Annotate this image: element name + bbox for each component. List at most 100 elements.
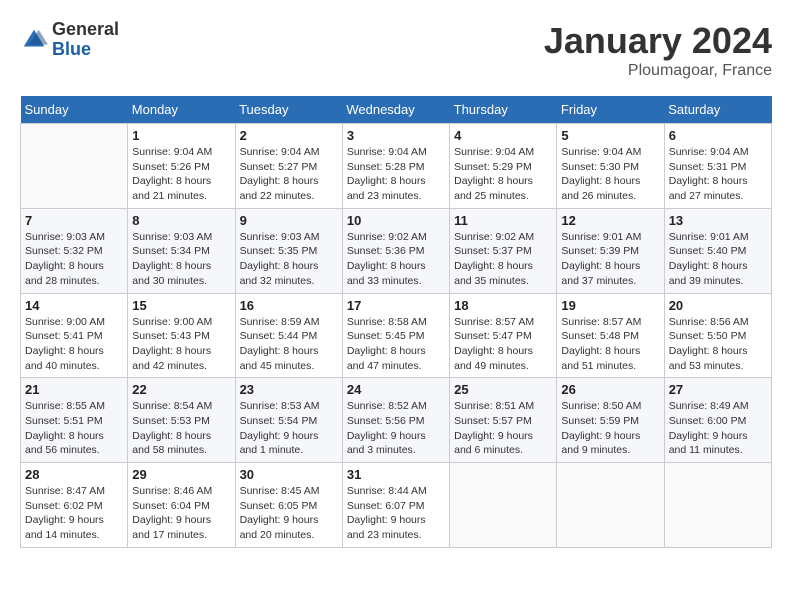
- day-number: 18: [454, 298, 552, 313]
- logo-text: General Blue: [52, 20, 119, 60]
- calendar-day-cell: 8 Sunrise: 9:03 AM Sunset: 5:34 PM Daylig…: [128, 208, 235, 293]
- day-number: 30: [240, 467, 338, 482]
- calendar-week-row: 21Sunrise: 8:55 AM Sunset: 5:51 PM Dayli…: [21, 378, 772, 463]
- day-info: Sunrise: 9:04 AM Sunset: 5:28 PM Dayligh…: [347, 145, 445, 204]
- day-info: Sunrise: 8:57 AM Sunset: 5:47 PM Dayligh…: [454, 315, 552, 374]
- day-number: 6: [669, 128, 767, 143]
- calendar-day-cell: 1 Sunrise: 9:04 AM Sunset: 5:26 PM Daylig…: [128, 124, 235, 209]
- weekday-header-cell: Sunday: [21, 96, 128, 124]
- calendar-week-row: 14Sunrise: 9:00 AM Sunset: 5:41 PM Dayli…: [21, 293, 772, 378]
- calendar-week-row: 7 Sunrise: 9:03 AM Sunset: 5:32 PM Daylig…: [21, 208, 772, 293]
- day-number: 12: [561, 213, 659, 228]
- day-number: 13: [669, 213, 767, 228]
- day-info: Sunrise: 9:03 AM Sunset: 5:34 PM Dayligh…: [132, 230, 230, 289]
- day-number: 28: [25, 467, 123, 482]
- calendar-day-cell: 10 Sunrise: 9:02 AM Sunset: 5:36 PM Dayli…: [342, 208, 449, 293]
- day-number: 31: [347, 467, 445, 482]
- day-info: Sunrise: 9:01 AM Sunset: 5:40 PM Dayligh…: [669, 230, 767, 289]
- day-info: Sunrise: 8:57 AM Sunset: 5:48 PM Dayligh…: [561, 315, 659, 374]
- calendar-week-row: 1 Sunrise: 9:04 AM Sunset: 5:26 PM Daylig…: [21, 124, 772, 209]
- day-number: 23: [240, 382, 338, 397]
- day-info: Sunrise: 9:02 AM Sunset: 5:37 PM Dayligh…: [454, 230, 552, 289]
- day-info: Sunrise: 8:49 AM Sunset: 6:00 PM Dayligh…: [669, 399, 767, 458]
- day-info: Sunrise: 8:53 AM Sunset: 5:54 PM Dayligh…: [240, 399, 338, 458]
- day-number: 17: [347, 298, 445, 313]
- day-info: Sunrise: 8:52 AM Sunset: 5:56 PM Dayligh…: [347, 399, 445, 458]
- day-number: 9: [240, 213, 338, 228]
- logo: General Blue: [20, 20, 119, 60]
- day-number: 10: [347, 213, 445, 228]
- calendar-day-cell: [557, 463, 664, 548]
- day-info: Sunrise: 9:00 AM Sunset: 5:41 PM Dayligh…: [25, 315, 123, 374]
- day-info: Sunrise: 9:00 AM Sunset: 5:43 PM Dayligh…: [132, 315, 230, 374]
- day-info: Sunrise: 8:51 AM Sunset: 5:57 PM Dayligh…: [454, 399, 552, 458]
- title-block: January 2024 Ploumagoar, France: [544, 20, 772, 80]
- calendar-day-cell: 9 Sunrise: 9:03 AM Sunset: 5:35 PM Daylig…: [235, 208, 342, 293]
- day-number: 21: [25, 382, 123, 397]
- weekday-header-cell: Thursday: [450, 96, 557, 124]
- calendar-table: SundayMondayTuesdayWednesdayThursdayFrid…: [20, 96, 772, 548]
- calendar-day-cell: 16Sunrise: 8:59 AM Sunset: 5:44 PM Dayli…: [235, 293, 342, 378]
- day-number: 4: [454, 128, 552, 143]
- day-number: 3: [347, 128, 445, 143]
- calendar-day-cell: 23 Sunrise: 8:53 AM Sunset: 5:54 PM Dayli…: [235, 378, 342, 463]
- day-info: Sunrise: 9:04 AM Sunset: 5:26 PM Dayligh…: [132, 145, 230, 204]
- calendar-day-cell: 6 Sunrise: 9:04 AM Sunset: 5:31 PM Daylig…: [664, 124, 771, 209]
- logo-icon: [20, 26, 48, 54]
- logo-blue-text: Blue: [52, 40, 119, 60]
- calendar-day-cell: 2Sunrise: 9:04 AM Sunset: 5:27 PM Daylig…: [235, 124, 342, 209]
- day-info: Sunrise: 9:02 AM Sunset: 5:36 PM Dayligh…: [347, 230, 445, 289]
- day-number: 25: [454, 382, 552, 397]
- calendar-day-cell: 12 Sunrise: 9:01 AM Sunset: 5:39 PM Dayli…: [557, 208, 664, 293]
- day-info: Sunrise: 8:47 AM Sunset: 6:02 PM Dayligh…: [25, 484, 123, 543]
- day-number: 27: [669, 382, 767, 397]
- day-number: 26: [561, 382, 659, 397]
- month-title: January 2024: [544, 20, 772, 62]
- day-info: Sunrise: 9:03 AM Sunset: 5:35 PM Dayligh…: [240, 230, 338, 289]
- day-number: 5: [561, 128, 659, 143]
- calendar-day-cell: 17Sunrise: 8:58 AM Sunset: 5:45 PM Dayli…: [342, 293, 449, 378]
- weekday-header-cell: Monday: [128, 96, 235, 124]
- calendar-day-cell: 21Sunrise: 8:55 AM Sunset: 5:51 PM Dayli…: [21, 378, 128, 463]
- day-info: Sunrise: 8:45 AM Sunset: 6:05 PM Dayligh…: [240, 484, 338, 543]
- day-info: Sunrise: 9:04 AM Sunset: 5:31 PM Dayligh…: [669, 145, 767, 204]
- calendar-day-cell: 5Sunrise: 9:04 AM Sunset: 5:30 PM Daylig…: [557, 124, 664, 209]
- calendar-day-cell: [21, 124, 128, 209]
- day-info: Sunrise: 9:04 AM Sunset: 5:29 PM Dayligh…: [454, 145, 552, 204]
- calendar-day-cell: 30 Sunrise: 8:45 AM Sunset: 6:05 PM Dayli…: [235, 463, 342, 548]
- calendar-day-cell: [664, 463, 771, 548]
- calendar-day-cell: 11 Sunrise: 9:02 AM Sunset: 5:37 PM Dayli…: [450, 208, 557, 293]
- day-info: Sunrise: 9:01 AM Sunset: 5:39 PM Dayligh…: [561, 230, 659, 289]
- location-text: Ploumagoar, France: [544, 62, 772, 80]
- calendar-body: 1 Sunrise: 9:04 AM Sunset: 5:26 PM Daylig…: [21, 124, 772, 548]
- calendar-day-cell: 28 Sunrise: 8:47 AM Sunset: 6:02 PM Dayli…: [21, 463, 128, 548]
- calendar-day-cell: 18 Sunrise: 8:57 AM Sunset: 5:47 PM Dayli…: [450, 293, 557, 378]
- calendar-day-cell: 25 Sunrise: 8:51 AM Sunset: 5:57 PM Dayli…: [450, 378, 557, 463]
- day-info: Sunrise: 8:56 AM Sunset: 5:50 PM Dayligh…: [669, 315, 767, 374]
- calendar-day-cell: 29Sunrise: 8:46 AM Sunset: 6:04 PM Dayli…: [128, 463, 235, 548]
- day-number: 11: [454, 213, 552, 228]
- calendar-day-cell: 13 Sunrise: 9:01 AM Sunset: 5:40 PM Dayli…: [664, 208, 771, 293]
- day-number: 19: [561, 298, 659, 313]
- weekday-header-cell: Wednesday: [342, 96, 449, 124]
- day-number: 7: [25, 213, 123, 228]
- calendar-day-cell: 31Sunrise: 8:44 AM Sunset: 6:07 PM Dayli…: [342, 463, 449, 548]
- day-info: Sunrise: 9:03 AM Sunset: 5:32 PM Dayligh…: [25, 230, 123, 289]
- calendar-day-cell: 3 Sunrise: 9:04 AM Sunset: 5:28 PM Daylig…: [342, 124, 449, 209]
- weekday-header-row: SundayMondayTuesdayWednesdayThursdayFrid…: [21, 96, 772, 124]
- calendar-day-cell: 19 Sunrise: 8:57 AM Sunset: 5:48 PM Dayli…: [557, 293, 664, 378]
- day-info: Sunrise: 8:50 AM Sunset: 5:59 PM Dayligh…: [561, 399, 659, 458]
- day-number: 16: [240, 298, 338, 313]
- day-number: 20: [669, 298, 767, 313]
- calendar-day-cell: 20 Sunrise: 8:56 AM Sunset: 5:50 PM Dayli…: [664, 293, 771, 378]
- calendar-day-cell: 24 Sunrise: 8:52 AM Sunset: 5:56 PM Dayli…: [342, 378, 449, 463]
- day-number: 8: [132, 213, 230, 228]
- calendar-day-cell: 27 Sunrise: 8:49 AM Sunset: 6:00 PM Dayli…: [664, 378, 771, 463]
- day-info: Sunrise: 8:54 AM Sunset: 5:53 PM Dayligh…: [132, 399, 230, 458]
- logo-general-text: General: [52, 20, 119, 40]
- calendar-day-cell: 26 Sunrise: 8:50 AM Sunset: 5:59 PM Dayli…: [557, 378, 664, 463]
- day-number: 24: [347, 382, 445, 397]
- calendar-day-cell: 7 Sunrise: 9:03 AM Sunset: 5:32 PM Daylig…: [21, 208, 128, 293]
- day-number: 1: [132, 128, 230, 143]
- weekday-header-cell: Tuesday: [235, 96, 342, 124]
